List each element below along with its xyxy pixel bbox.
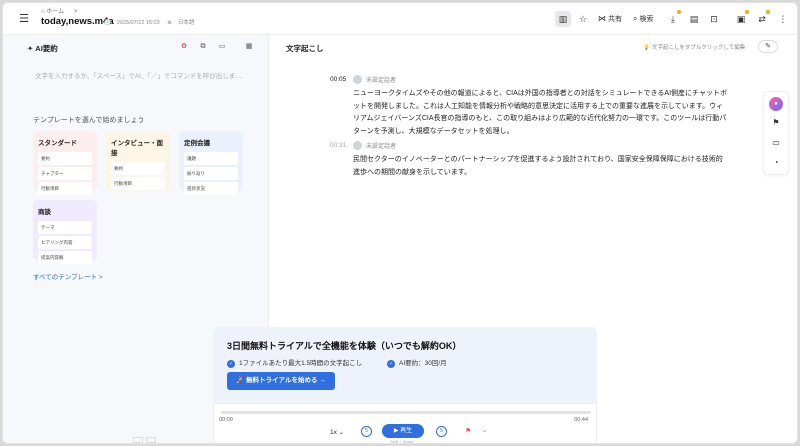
bookmark-icon[interactable]: ⚑ xyxy=(465,427,471,435)
template-card-sales[interactable]: 商談 テーマ ヒアリング内容 提案内容概 xyxy=(33,200,97,264)
speaker-name: 未設定話者 xyxy=(366,144,397,150)
breadcrumb-home[interactable]: ⌂ ホーム xyxy=(41,9,64,15)
share-label: 共有 xyxy=(608,16,622,23)
breadcrumb-separator: > xyxy=(73,9,78,15)
panel-layout-icon[interactable]: ▥ xyxy=(555,11,571,27)
trial-feature-text: AI要約：30回/月 xyxy=(399,360,447,367)
trial-feature: ✓ AI要約：30回/月 xyxy=(387,357,447,368)
app-window: ☰ ⌂ ホーム > today,news.m4a 🕓 2025/07/22 15:… xyxy=(2,2,798,444)
search-button[interactable]: ⌕ 検索 xyxy=(630,11,656,27)
template-card-item: テーマ xyxy=(38,221,92,234)
template-card-item: 進捗状況 xyxy=(184,182,238,195)
template-card-title: 定例会議 xyxy=(184,140,210,147)
file-language: 日本語 xyxy=(177,20,195,26)
template-card-title: 商談 xyxy=(38,209,51,216)
avatar xyxy=(353,141,362,150)
template-card-item: 要約 xyxy=(38,152,92,165)
edit-pencil-button[interactable]: ✎ xyxy=(758,40,778,53)
start-trial-button[interactable]: 🚀 無料トライアルを始める → xyxy=(227,372,335,390)
template-card-item: 行動項目 xyxy=(111,177,165,190)
ai-summary-label: AI要約 xyxy=(35,44,58,53)
folder-icon[interactable]: ⊡ xyxy=(706,11,722,27)
globe-icon: ⊕ xyxy=(167,20,172,26)
sparkle-icon: ✦ xyxy=(27,44,34,53)
layout-icon[interactable]: ▦ xyxy=(243,41,255,53)
trial-feature: ✓ 1ファイルあたり最大1.5時間の文字起こし xyxy=(227,357,362,368)
chart-pie-icon[interactable]: ◔ xyxy=(769,156,783,170)
template-card-item: 提案内容概 xyxy=(38,251,92,264)
file-meta: 🕓 2025/07/22 15:03 ⊕ 日本語 xyxy=(104,18,200,26)
template-card-standard[interactable]: スタンダード 要約 チャプター 行動項目 xyxy=(33,131,97,195)
notification-dot xyxy=(677,10,681,14)
edit-hint-text: 文字起こしをダブルクリックして編集 xyxy=(651,45,746,51)
template-card-interview[interactable]: インタビュー・面接 要約 行動項目 xyxy=(106,131,170,191)
chevron-down-icon[interactable]: ⌄ xyxy=(482,427,487,434)
notification-dot xyxy=(766,10,770,14)
notification-dot xyxy=(745,10,749,14)
file-date: 2025/07/22 15:03 xyxy=(116,20,160,26)
bookmark-icon[interactable]: ⚑ xyxy=(769,116,783,130)
lightbulb-icon: 💡 xyxy=(643,45,650,51)
template-card-item: 議題 xyxy=(184,152,238,165)
template-card-item: 行動項目 xyxy=(38,182,92,195)
ai-summary-title: ✦ AI要約 xyxy=(27,43,58,54)
template-card-item: ヒアリング内容 xyxy=(38,236,92,249)
star-icon[interactable]: ☆ xyxy=(575,11,591,27)
skip-back-icon[interactable]: 5 xyxy=(361,426,372,437)
segment-timestamp[interactable]: 00:05 xyxy=(330,76,346,83)
share-button[interactable]: ⋈ 共有 xyxy=(595,11,625,27)
search-label: 検索 xyxy=(639,16,654,23)
pencil-icon: ✎ xyxy=(765,43,771,50)
skip-forward-icon[interactable]: 5 xyxy=(436,426,447,437)
playback-speed[interactable]: 1x ⌄ xyxy=(330,428,344,436)
check-icon: ✓ xyxy=(387,360,395,368)
window-edge-handle xyxy=(146,437,156,443)
breadcrumb: ⌂ ホーム > xyxy=(41,6,77,15)
template-card-item: 振り返り xyxy=(184,167,238,180)
calendar-icon[interactable]: ▤ xyxy=(686,11,702,27)
segment-speaker[interactable]: 未設定話者 xyxy=(353,75,396,84)
chat-icon[interactable]: ▭ xyxy=(769,136,783,150)
audio-player: 00:00 00:44 1x ⌄ 5 ▶ 再生 Shift + Space 5 … xyxy=(213,403,597,444)
current-time: 00:00 xyxy=(219,417,233,423)
template-card-item: チャプター xyxy=(38,167,92,180)
clock-icon: 🕓 xyxy=(104,20,111,26)
segment-text[interactable]: 民間セクターのイノベーターとのパートナーシップを促進するよう設計されており、国家… xyxy=(353,154,729,179)
transcript-title: 文字起こし xyxy=(286,44,324,53)
avatar xyxy=(353,75,362,84)
template-card-regular-meeting[interactable]: 定例会議 議題 振り返り 進捗状況 xyxy=(179,131,243,195)
trial-banner: 3日間無料トライアルで全機能を体験（いつでも解約OK） ✓ 1ファイルあたり最大1… xyxy=(213,327,597,405)
comment-icon[interactable]: ▭ xyxy=(216,41,228,53)
speaker-name: 未設定話者 xyxy=(366,78,397,84)
all-templates-link[interactable]: すべてのテンプレート > xyxy=(33,271,103,281)
search-icon: ⌕ xyxy=(633,14,638,23)
copy-icon[interactable]: ⧉ xyxy=(197,41,209,53)
hamburger-icon[interactable]: ☰ xyxy=(15,10,33,28)
ai-color-icon[interactable]: ✿ xyxy=(178,41,190,53)
segment-speaker[interactable]: 未設定話者 xyxy=(353,141,396,150)
share-icon: ⋈ xyxy=(598,14,606,23)
ai-assistant-icon[interactable]: ● xyxy=(769,97,783,111)
edit-hint: 💡 文字起こしをダブルクリックして編集 xyxy=(643,43,745,51)
top-header: ☰ ⌂ ホーム > today,news.m4a 🕓 2025/07/22 15:… xyxy=(3,3,797,35)
template-card-item: 要約 xyxy=(111,162,165,175)
trial-title: 3日間無料トライアルで全機能を体験（いつでも解約OK） xyxy=(227,341,462,351)
file-title[interactable]: today,news.m4a xyxy=(41,16,114,27)
progress-track[interactable] xyxy=(221,411,591,414)
play-shortcut: Shift + Space xyxy=(390,439,414,444)
segment-timestamp[interactable]: 00:31 xyxy=(330,142,346,149)
trial-feature-text: 1ファイルあたり最大1.5時間の文字起こし xyxy=(239,360,363,367)
check-icon: ✓ xyxy=(227,360,235,368)
template-hint: テンプレートを選んで始めましょう xyxy=(33,117,145,124)
window-edge-handle xyxy=(133,437,143,443)
segment-text[interactable]: ニューヨークタイムズやその他の報道によると、CIAは外国の指導者との対話をシミュ… xyxy=(353,88,729,138)
right-tool-sidebar: ● ⚑ ▭ ◔ xyxy=(763,91,789,175)
total-time: 00:44 xyxy=(574,417,588,423)
template-card-title: インタビュー・面接 xyxy=(111,140,163,157)
more-vertical-icon[interactable]: ⋮ xyxy=(775,11,791,27)
ai-prompt-input[interactable]: 文字を入力するか、「スペース」でAI、「／」でコマンドを呼び出しま… xyxy=(35,70,242,80)
template-card-title: スタンダード xyxy=(38,140,77,147)
play-button[interactable]: ▶ 再生 xyxy=(382,424,424,438)
